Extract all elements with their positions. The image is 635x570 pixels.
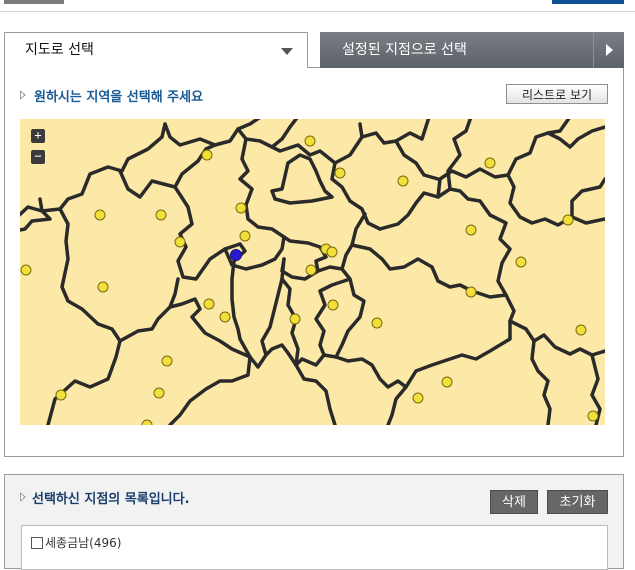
top-strip: [0, 0, 635, 14]
zoom-in-button[interactable]: +: [31, 129, 45, 143]
selected-list-title: 선택하신 지점의 목록입니다.: [20, 488, 190, 507]
station-marker[interactable]: [203, 298, 215, 310]
tab-map-select[interactable]: 지도로 선택: [4, 32, 308, 68]
station-marker[interactable]: [465, 286, 477, 298]
list-item-checkbox[interactable]: [31, 537, 43, 549]
station-marker[interactable]: [97, 281, 109, 293]
station-marker[interactable]: [289, 313, 301, 325]
station-marker[interactable]: [327, 299, 339, 311]
delete-button[interactable]: 삭제: [490, 490, 538, 514]
station-marker[interactable]: [587, 410, 599, 422]
station-marker[interactable]: [304, 135, 316, 147]
station-marker[interactable]: [219, 311, 231, 323]
tab-underline: [308, 67, 320, 68]
station-marker[interactable]: [465, 224, 477, 236]
bullet-triangle-icon: [20, 90, 26, 100]
selected-list-title-label: 선택하신 지점의 목록입니다.: [32, 492, 190, 507]
station-marker[interactable]: [334, 167, 346, 179]
instruction-label: 원하시는 지역을 선택해 주세요: [34, 90, 204, 105]
station-marker[interactable]: [239, 230, 251, 242]
list-item-label: 세종금남(496): [45, 536, 122, 550]
station-marker[interactable]: [55, 389, 67, 401]
arrow-right-icon[interactable]: [606, 44, 613, 56]
tab-preset-select-label: 설정된 지점으로 선택: [342, 42, 467, 58]
station-marker[interactable]: [441, 376, 453, 388]
reset-button[interactable]: 초기화: [547, 490, 608, 514]
station-marker[interactable]: [412, 392, 424, 404]
station-marker[interactable]: [20, 264, 32, 276]
tab-preset-select[interactable]: 설정된 지점으로 선택: [320, 32, 624, 68]
station-marker[interactable]: [484, 157, 496, 169]
tab-separator: [593, 32, 594, 68]
instruction-text: 원하시는 지역을 선택해 주세요: [20, 86, 203, 105]
selected-station-marker[interactable]: [230, 249, 242, 261]
station-marker[interactable]: [397, 175, 409, 187]
divider: [0, 11, 635, 12]
station-marker[interactable]: [562, 214, 574, 226]
tab-map-select-label: 지도로 선택: [25, 42, 94, 58]
station-marker[interactable]: [326, 246, 338, 258]
top-button-right[interactable]: [552, 0, 624, 4]
station-marker[interactable]: [371, 317, 383, 329]
list-item[interactable]: 세종금남(496): [31, 534, 121, 551]
station-marker[interactable]: [161, 355, 173, 367]
station-marker[interactable]: [201, 149, 213, 161]
station-marker[interactable]: [153, 387, 165, 399]
station-marker[interactable]: [305, 264, 317, 276]
top-button-left[interactable]: [4, 0, 64, 4]
station-marker[interactable]: [515, 256, 527, 268]
list-view-button[interactable]: 리스트로 보기: [506, 84, 608, 104]
station-marker[interactable]: [94, 209, 106, 221]
station-marker[interactable]: [155, 209, 167, 221]
bullet-triangle-icon: [20, 492, 26, 502]
dropdown-arrow-icon: [281, 48, 293, 55]
station-marker[interactable]: [575, 324, 587, 336]
region-map[interactable]: + −: [20, 119, 605, 425]
zoom-out-button[interactable]: −: [31, 150, 45, 164]
station-marker[interactable]: [174, 236, 186, 248]
map-svg[interactable]: [20, 119, 605, 425]
station-marker[interactable]: [235, 202, 247, 214]
